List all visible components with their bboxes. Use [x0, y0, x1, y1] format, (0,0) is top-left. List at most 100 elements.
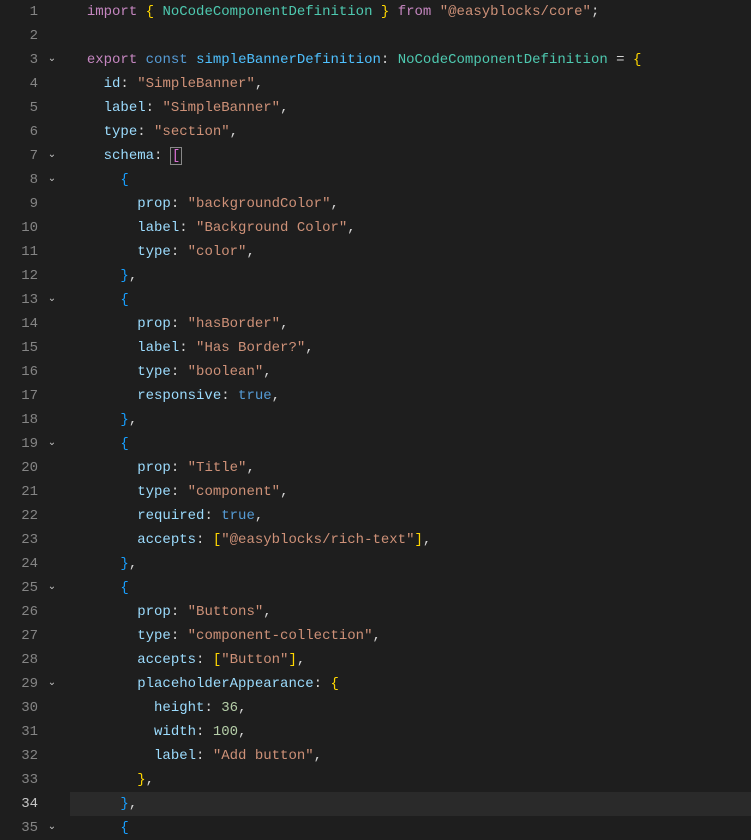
- code-line[interactable]: prop: "Title",: [70, 456, 751, 480]
- gutter-row[interactable]: 25⌄: [0, 576, 60, 600]
- code-line[interactable]: {: [70, 816, 751, 840]
- gutter-row[interactable]: 35⌄: [0, 816, 60, 840]
- gutter-row[interactable]: 21: [0, 480, 60, 504]
- line-number[interactable]: 13: [0, 288, 44, 312]
- line-number[interactable]: 34: [0, 792, 44, 816]
- gutter-row[interactable]: 31: [0, 720, 60, 744]
- code-line[interactable]: label: "Has Border?",: [70, 336, 751, 360]
- line-number[interactable]: 9: [0, 192, 44, 216]
- gutter-row[interactable]: 15: [0, 336, 60, 360]
- code-line[interactable]: responsive: true,: [70, 384, 751, 408]
- code-line[interactable]: type: "section",: [70, 120, 751, 144]
- gutter-row[interactable]: 12: [0, 264, 60, 288]
- code-line[interactable]: label: "SimpleBanner",: [70, 96, 751, 120]
- line-number[interactable]: 16: [0, 360, 44, 384]
- gutter-row[interactable]: 34: [0, 792, 60, 816]
- line-number[interactable]: 23: [0, 528, 44, 552]
- line-number[interactable]: 5: [0, 96, 44, 120]
- fold-chevron-icon[interactable]: ⌄: [44, 144, 60, 168]
- fold-chevron-icon[interactable]: ⌄: [44, 576, 60, 600]
- gutter-row[interactable]: 13⌄: [0, 288, 60, 312]
- gutter-row[interactable]: 30: [0, 696, 60, 720]
- code-line[interactable]: type: "boolean",: [70, 360, 751, 384]
- gutter-row[interactable]: 28: [0, 648, 60, 672]
- line-number[interactable]: 2: [0, 24, 44, 48]
- line-number[interactable]: 4: [0, 72, 44, 96]
- line-number[interactable]: 8: [0, 168, 44, 192]
- code-line[interactable]: {: [70, 576, 751, 600]
- fold-chevron-icon[interactable]: ⌄: [44, 672, 60, 696]
- gutter-row[interactable]: 22: [0, 504, 60, 528]
- gutter-row[interactable]: 18: [0, 408, 60, 432]
- gutter-row[interactable]: 23: [0, 528, 60, 552]
- gutter-row[interactable]: 14: [0, 312, 60, 336]
- code-line[interactable]: height: 36,: [70, 696, 751, 720]
- gutter-row[interactable]: 11: [0, 240, 60, 264]
- line-number[interactable]: 27: [0, 624, 44, 648]
- code-line[interactable]: },: [70, 768, 751, 792]
- gutter-row[interactable]: 20: [0, 456, 60, 480]
- code-line[interactable]: accepts: ["@easyblocks/rich-text"],: [70, 528, 751, 552]
- line-number[interactable]: 35: [0, 816, 44, 840]
- gutter-row[interactable]: 6: [0, 120, 60, 144]
- code-line[interactable]: label: "Background Color",: [70, 216, 751, 240]
- line-number[interactable]: 3: [0, 48, 44, 72]
- code-line[interactable]: type: "component",: [70, 480, 751, 504]
- line-number[interactable]: 33: [0, 768, 44, 792]
- line-number[interactable]: 26: [0, 600, 44, 624]
- line-number[interactable]: 29: [0, 672, 44, 696]
- line-number[interactable]: 21: [0, 480, 44, 504]
- gutter-row[interactable]: 8⌄: [0, 168, 60, 192]
- fold-chevron-icon[interactable]: ⌄: [44, 48, 60, 72]
- code-line[interactable]: type: "component-collection",: [70, 624, 751, 648]
- code-line[interactable]: import { NoCodeComponentDefinition } fro…: [70, 0, 751, 24]
- line-number[interactable]: 6: [0, 120, 44, 144]
- line-number[interactable]: 10: [0, 216, 44, 240]
- line-number[interactable]: 31: [0, 720, 44, 744]
- line-number[interactable]: 24: [0, 552, 44, 576]
- fold-chevron-icon[interactable]: ⌄: [44, 168, 60, 192]
- gutter-row[interactable]: 5: [0, 96, 60, 120]
- line-number[interactable]: 22: [0, 504, 44, 528]
- code-line[interactable]: {: [70, 168, 751, 192]
- code-line[interactable]: accepts: ["Button"],: [70, 648, 751, 672]
- code-line[interactable]: type: "color",: [70, 240, 751, 264]
- code-line[interactable]: },: [70, 792, 751, 816]
- code-line[interactable]: required: true,: [70, 504, 751, 528]
- line-number[interactable]: 30: [0, 696, 44, 720]
- code-line[interactable]: },: [70, 408, 751, 432]
- line-number[interactable]: 1: [0, 0, 44, 24]
- gutter-row[interactable]: 10: [0, 216, 60, 240]
- code-line[interactable]: width: 100,: [70, 720, 751, 744]
- code-area[interactable]: import { NoCodeComponentDefinition } fro…: [64, 0, 751, 837]
- fold-chevron-icon[interactable]: ⌄: [44, 816, 60, 840]
- code-line[interactable]: id: "SimpleBanner",: [70, 72, 751, 96]
- gutter-row[interactable]: 3⌄: [0, 48, 60, 72]
- gutter-row[interactable]: 32: [0, 744, 60, 768]
- line-number[interactable]: 25: [0, 576, 44, 600]
- code-line[interactable]: label: "Add button",: [70, 744, 751, 768]
- fold-chevron-icon[interactable]: ⌄: [44, 288, 60, 312]
- line-number[interactable]: 19: [0, 432, 44, 456]
- gutter-row[interactable]: 19⌄: [0, 432, 60, 456]
- code-line[interactable]: prop: "hasBorder",: [70, 312, 751, 336]
- line-number[interactable]: 32: [0, 744, 44, 768]
- gutter-row[interactable]: 2: [0, 24, 60, 48]
- line-number[interactable]: 17: [0, 384, 44, 408]
- gutter-row[interactable]: 29⌄: [0, 672, 60, 696]
- code-line[interactable]: export const simpleBannerDefinition: NoC…: [70, 48, 751, 72]
- gutter-row[interactable]: 17: [0, 384, 60, 408]
- code-line[interactable]: },: [70, 264, 751, 288]
- line-number[interactable]: 28: [0, 648, 44, 672]
- code-line[interactable]: schema: [: [70, 144, 751, 168]
- code-editor[interactable]: 123⌄4567⌄8⌄910111213⌄141516171819⌄202122…: [0, 0, 751, 837]
- gutter-row[interactable]: 33: [0, 768, 60, 792]
- gutter-row[interactable]: 27: [0, 624, 60, 648]
- gutter-row[interactable]: 7⌄: [0, 144, 60, 168]
- line-number[interactable]: 7: [0, 144, 44, 168]
- gutter-row[interactable]: 26: [0, 600, 60, 624]
- gutter-row[interactable]: 4: [0, 72, 60, 96]
- code-line[interactable]: prop: "Buttons",: [70, 600, 751, 624]
- code-line[interactable]: {: [70, 288, 751, 312]
- code-line[interactable]: [70, 24, 751, 48]
